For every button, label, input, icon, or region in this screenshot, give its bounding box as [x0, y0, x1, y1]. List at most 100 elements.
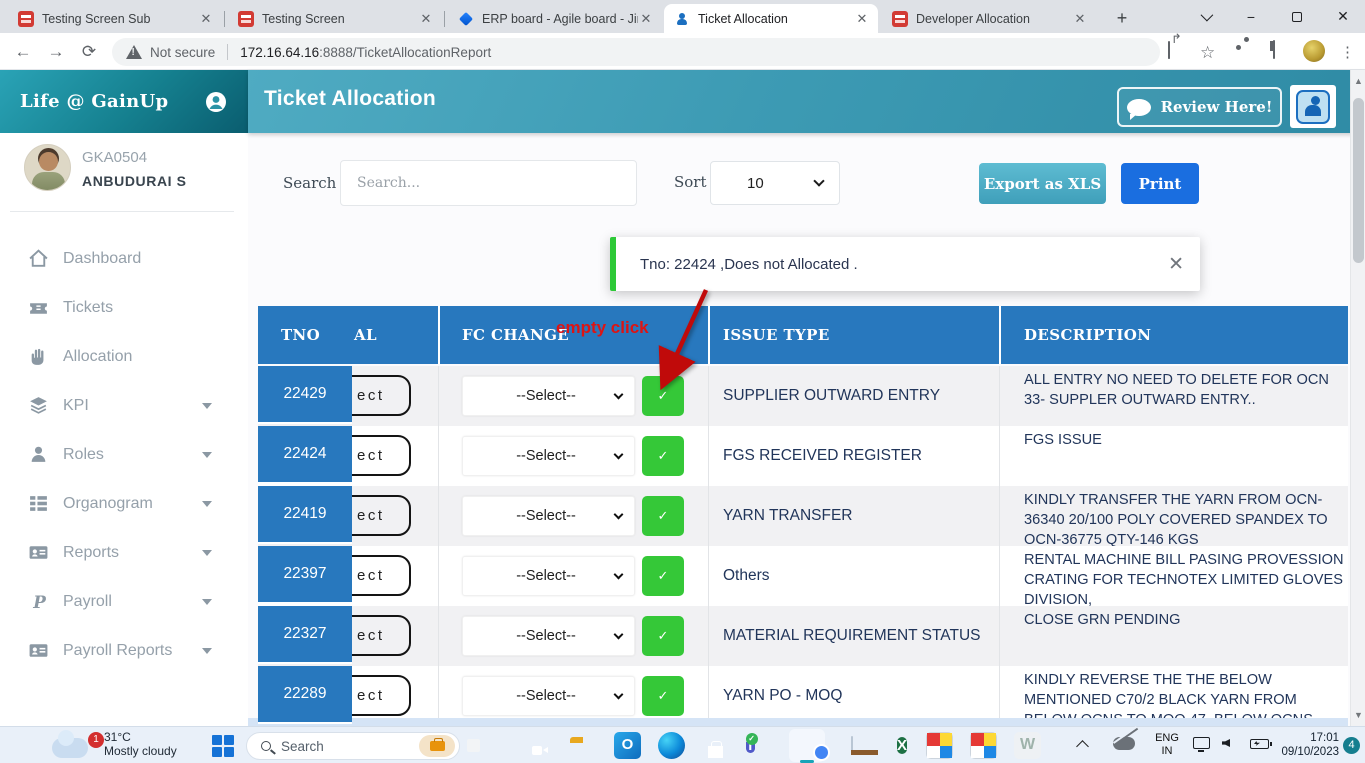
tab-close-icon[interactable]: ✕ — [198, 11, 214, 27]
scroll-down-arrow[interactable]: ▼ — [1351, 710, 1365, 720]
sort-select[interactable]: 10 — [710, 161, 840, 205]
tab-ticket-allocation-active[interactable]: Ticket Allocation ✕ — [664, 4, 878, 33]
search-input[interactable] — [340, 160, 637, 206]
weather-widget[interactable]: 1 31°C Mostly cloudy — [52, 730, 177, 758]
clock-date[interactable]: 17:01 09/10/2023 — [1277, 732, 1339, 759]
sidebar-item-allocation[interactable]: Allocation — [0, 332, 248, 381]
taskbar-teams-icon[interactable]: T — [746, 737, 755, 753]
toast-close-icon[interactable]: ✕ — [1168, 253, 1184, 276]
tab-developer-allocation[interactable]: Developer Allocation ✕ — [882, 5, 1096, 33]
taskbar-notepad-icon[interactable] — [851, 736, 853, 755]
browser-profile-avatar[interactable] — [1303, 40, 1325, 62]
tab-testing-screen[interactable]: Testing Screen ✕ — [228, 5, 442, 33]
not-secure-icon[interactable] — [126, 45, 142, 59]
window-close-button[interactable]: ✕ — [1322, 0, 1364, 33]
sidebar-item-dashboard[interactable]: Dashboard — [0, 234, 248, 283]
description-cell: FGS ISSUE — [1024, 430, 1344, 450]
notification-count-badge[interactable]: 4 — [1343, 737, 1360, 754]
taskbar-erp-app-icon[interactable] — [926, 732, 953, 759]
table-row: ect 22429 --Select-- ✓ SUPPLIER OUTWARD … — [258, 366, 1348, 426]
taskbar-wps-icon[interactable]: W — [1014, 732, 1041, 759]
tab-close-icon[interactable]: ✕ — [1072, 11, 1088, 27]
tno-cell: 22397 — [258, 546, 352, 604]
taskbar-edge-icon[interactable] — [658, 732, 685, 759]
chevron-down-icon — [614, 630, 624, 640]
tab-label: Testing Screen Sub — [42, 12, 198, 26]
sidebar: Life @ GainUp GKA0504 ANBUDURAI S Dashbo… — [0, 70, 248, 726]
review-here-button[interactable]: Review Here! — [1117, 87, 1282, 127]
browser-menu-icon[interactable]: ⋮ — [1340, 43, 1355, 61]
windows-start-button[interactable] — [212, 735, 234, 757]
fc-change-select[interactable]: --Select-- — [462, 556, 635, 596]
export-xls-button[interactable]: Export as XLS — [979, 163, 1106, 204]
windows-taskbar: 1 31°C Mostly cloudy Search O T X W — [0, 726, 1365, 763]
fc-change-select[interactable]: --Select-- — [462, 496, 635, 536]
tno-cell: 22424 — [258, 426, 352, 484]
user-circle-icon[interactable] — [204, 90, 228, 114]
briefcase-icon — [430, 741, 445, 751]
vertical-scrollbar[interactable]: ▲ ▼ — [1350, 70, 1365, 726]
forward-button[interactable]: → — [43, 39, 69, 65]
browser-tab-strip: Testing Screen Sub ✕ Testing Screen ✕ ER… — [0, 0, 1365, 33]
user-photo-avatar[interactable] — [24, 144, 71, 191]
paypal-p-icon: P — [28, 591, 49, 612]
fc-change-select[interactable]: --Select-- — [462, 616, 635, 656]
bookmark-star-icon[interactable]: ☆ — [1200, 43, 1215, 63]
side-panel-icon[interactable] — [1273, 41, 1275, 59]
sidebar-item-payroll[interactable]: P Payroll — [0, 577, 248, 626]
tab-label: Ticket Allocation — [698, 12, 854, 26]
search-label: Search — [283, 174, 336, 192]
allocate-check-button[interactable]: ✓ — [642, 556, 684, 596]
tab-close-icon[interactable]: ✕ — [418, 11, 434, 27]
horizontal-scrollbar[interactable] — [248, 718, 1348, 726]
allocate-check-button[interactable]: ✓ — [642, 496, 684, 536]
new-tab-button[interactable]: + — [1112, 9, 1132, 29]
language-indicator[interactable]: ENG IN — [1150, 732, 1184, 758]
check-icon: ✓ — [658, 508, 669, 524]
fc-change-select[interactable]: --Select-- — [462, 376, 635, 416]
issue-type-cell: FGS RECEIVED REGISTER — [723, 426, 993, 486]
taskbar-search[interactable]: Search — [246, 732, 460, 760]
sidebar-item-reports[interactable]: Reports — [0, 528, 248, 577]
reload-button[interactable]: ⟳ — [76, 39, 102, 65]
volume-icon[interactable] — [1222, 739, 1230, 747]
network-display-icon[interactable] — [1193, 737, 1210, 749]
tab-search-chevron-icon[interactable] — [1184, 0, 1226, 33]
taskbar-excel-icon[interactable]: X — [897, 737, 907, 754]
scroll-up-arrow[interactable]: ▲ — [1351, 76, 1365, 86]
tab-close-icon[interactable]: ✕ — [638, 11, 654, 27]
taskbar-erp-app2-icon[interactable] — [970, 732, 997, 759]
taskbar-outlook-icon[interactable]: O — [614, 732, 641, 759]
window-maximize-button[interactable] — [1276, 0, 1318, 33]
check-icon: ✓ — [658, 568, 669, 584]
tab-close-icon[interactable]: ✕ — [854, 11, 870, 27]
sidebar-item-payroll-reports[interactable]: Payroll Reports — [0, 626, 248, 675]
window-minimize-button[interactable]: − — [1230, 0, 1272, 33]
print-button[interactable]: Print — [1121, 163, 1199, 204]
app-logo — [1290, 85, 1336, 128]
back-button[interactable]: ← — [10, 39, 36, 65]
sidebar-item-organogram[interactable]: Organogram — [0, 479, 248, 528]
issue-type-cell: MATERIAL REQUIREMENT STATUS — [723, 606, 993, 666]
allocate-check-button[interactable]: ✓ — [642, 376, 684, 416]
tray-expand-chevron-icon[interactable] — [1076, 740, 1089, 753]
fc-change-select[interactable]: --Select-- — [462, 676, 635, 716]
allocate-check-button[interactable]: ✓ — [642, 616, 684, 656]
allocate-check-button[interactable]: ✓ — [642, 676, 684, 716]
share-icon[interactable] — [1168, 41, 1170, 59]
onedrive-paused-icon[interactable] — [1113, 737, 1135, 750]
tab-testing-screen-sub[interactable]: Testing Screen Sub ✕ — [8, 5, 222, 33]
tab-label: ERP board - Agile board - Jir — [482, 12, 638, 26]
sidebar-item-roles[interactable]: Roles — [0, 430, 248, 479]
tab-erp-board[interactable]: ERP board - Agile board - Jir ✕ — [448, 5, 662, 33]
sidebar-item-kpi[interactable]: KPI — [0, 381, 248, 430]
table-row: ect 22424 --Select-- ✓ FGS RECEIVED REGI… — [258, 426, 1348, 486]
description-cell: ALL ENTRY NO NEED TO DELETE FOR OCN 33- … — [1024, 370, 1344, 410]
battery-charging-icon[interactable] — [1250, 739, 1269, 749]
sidebar-item-tickets[interactable]: Tickets — [0, 283, 248, 332]
sidebar-header: Life @ GainUp — [0, 70, 248, 133]
address-bar[interactable]: Not secure 172.16.64.16 :8888/TicketAllo… — [112, 38, 1160, 66]
fc-change-select[interactable]: --Select-- — [462, 436, 635, 476]
scrollbar-thumb[interactable] — [1353, 98, 1364, 263]
allocate-check-button[interactable]: ✓ — [642, 436, 684, 476]
